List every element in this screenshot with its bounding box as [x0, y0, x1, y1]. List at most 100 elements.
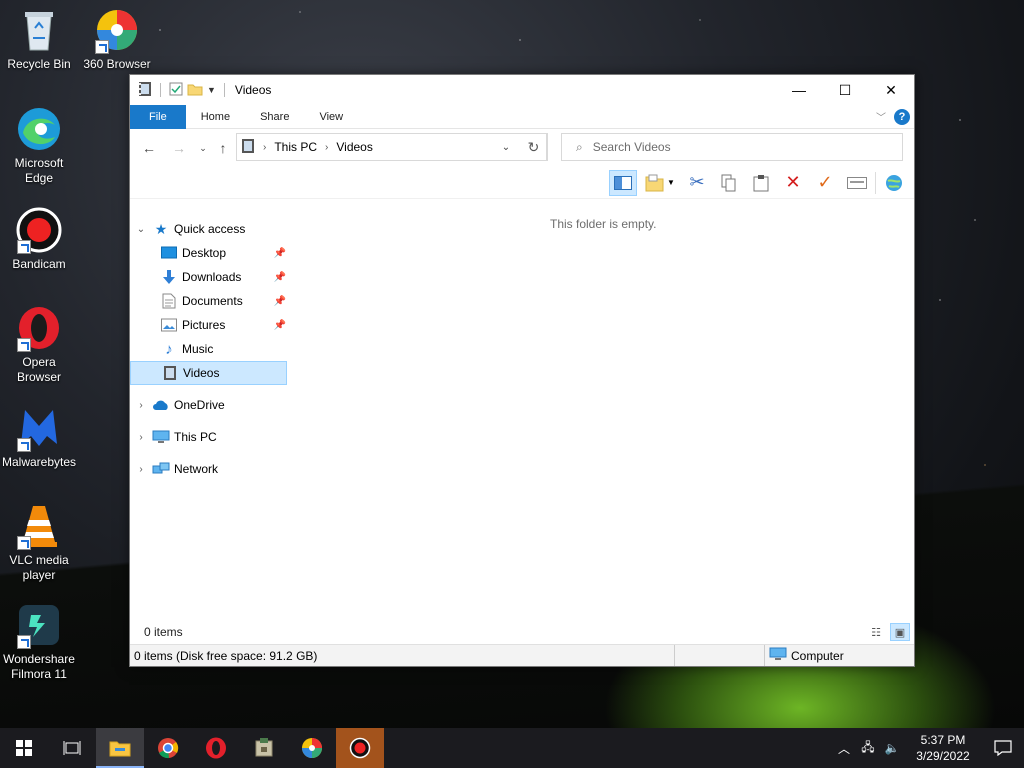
start-button[interactable] [0, 728, 48, 768]
taskbar-360-browser[interactable] [288, 728, 336, 768]
desktop-icon-label: Microsoft Edge [14, 156, 64, 185]
network-globe-icon[interactable] [880, 170, 908, 196]
customize-qa-dropdown-icon[interactable]: ▼ [207, 85, 216, 95]
nav-quick-access[interactable]: ⌄ ★ Quick access [130, 217, 290, 241]
expand-ribbon-icon[interactable]: ﹀ [876, 109, 886, 124]
pin-icon[interactable]: 📌 [274, 296, 286, 307]
status-zone: Computer [764, 645, 914, 666]
desktop-icon-label: Recycle Bin [7, 57, 71, 71]
chrome-icon [158, 738, 179, 759]
search-icon: ⌕ [576, 139, 583, 154]
address-dropdown-icon[interactable]: ⌄ [494, 142, 518, 153]
taskbar-opera[interactable] [192, 728, 240, 768]
file-explorer-window: ▼ Videos — ☐ ✕ File Home Share View ﹀ ? … [129, 74, 915, 667]
show-hidden-icons-icon[interactable]: ︿ [832, 740, 856, 757]
back-button[interactable]: ← [138, 137, 160, 159]
taskbar-archive[interactable] [240, 728, 288, 768]
rename-check-icon[interactable]: ✓ [811, 170, 839, 196]
bandicam-icon [349, 737, 371, 759]
desktop-icon-recycle-bin[interactable]: Recycle Bin [0, 6, 78, 72]
paste-icon[interactable] [747, 170, 775, 196]
search-input[interactable]: ⌕ Search Videos [561, 133, 903, 161]
chevron-right-icon[interactable]: › [130, 400, 152, 411]
desktop-icon-label: Wondershare Filmora 11 [3, 652, 75, 681]
navigation-bar: ← → ⌄ ↑ › This PC › Videos ⌄ ↻ ⌕ Search … [130, 129, 914, 167]
help-icon[interactable]: ? [894, 108, 910, 125]
taskbar-file-explorer[interactable] [96, 728, 144, 768]
new-item-button[interactable]: ▼ [641, 170, 679, 196]
nav-videos[interactable]: Videos [130, 361, 287, 385]
details-view-icon[interactable]: ☷ [866, 623, 886, 641]
command-toolbar: ▼ ✂ ✕ ✓ [130, 167, 914, 199]
breadcrumb-videos[interactable]: Videos [336, 140, 372, 154]
properties-icon[interactable] [169, 82, 183, 99]
computer-icon [152, 429, 170, 445]
downloads-folder-icon [160, 269, 178, 285]
address-bar[interactable]: › This PC › Videos ⌄ [236, 133, 547, 161]
copy-icon[interactable] [715, 170, 743, 196]
up-button[interactable]: ↑ [212, 137, 234, 159]
desktop-icon-filmora[interactable]: Wondershare Filmora 11 [0, 601, 78, 682]
delete-icon[interactable]: ✕ [779, 170, 807, 196]
minimize-button[interactable]: — [776, 75, 822, 105]
star-icon: ★ [154, 220, 168, 237]
tab-file[interactable]: File [130, 104, 186, 129]
task-view-button[interactable] [48, 728, 96, 768]
videos-app-icon [138, 81, 152, 100]
desktop-folder-icon [160, 245, 178, 261]
forward-button[interactable]: → [168, 137, 190, 159]
desktop-icon-vlc[interactable]: VLC media player [0, 502, 78, 583]
desktop-icon-edge[interactable]: Microsoft Edge [0, 105, 78, 186]
chevron-right-icon[interactable]: › [130, 432, 152, 443]
nav-network[interactable]: › Network [130, 457, 290, 481]
nav-pictures[interactable]: Pictures 📌 [130, 313, 290, 337]
videos-folder-icon [161, 365, 179, 381]
tab-home[interactable]: Home [186, 105, 245, 129]
status-zone-label: Computer [791, 648, 844, 663]
large-icons-view-icon[interactable]: ▣ [890, 623, 910, 641]
system-tray: ︿ 🖧 🔈 5:37 PM 3/29/2022 [832, 728, 1024, 768]
nav-label: Downloads [182, 270, 242, 284]
preview-pane-button[interactable] [609, 169, 637, 196]
file-explorer-icon [109, 741, 131, 757]
breadcrumb-this-pc[interactable]: This PC [274, 140, 317, 154]
pin-icon[interactable]: 📌 [274, 320, 286, 331]
nav-documents[interactable]: Documents 📌 [130, 289, 290, 313]
chevron-right-icon[interactable]: › [130, 464, 152, 475]
nav-onedrive[interactable]: › OneDrive [130, 393, 290, 417]
desktop-icon-360-browser[interactable]: 360 Browser [78, 6, 156, 72]
chevron-down-icon[interactable]: ⌄ [130, 224, 152, 235]
recent-locations-icon[interactable]: ⌄ [192, 137, 214, 159]
notifications-button[interactable] [982, 740, 1024, 756]
nav-downloads[interactable]: Downloads 📌 [130, 265, 290, 289]
tab-view[interactable]: View [304, 105, 358, 129]
refresh-button[interactable]: ↻ [520, 133, 548, 161]
taskbar: ︿ 🖧 🔈 5:37 PM 3/29/2022 [0, 728, 1024, 768]
pin-icon[interactable]: 📌 [274, 248, 286, 259]
network-status-icon[interactable]: 🖧 [856, 738, 880, 759]
desktop-icon-opera[interactable]: Opera Browser [0, 304, 78, 385]
clock[interactable]: 5:37 PM 3/29/2022 [904, 732, 982, 764]
chevron-right-icon: › [325, 141, 329, 153]
navigation-pane: ⌄ ★ Quick access Desktop 📌 Downloads 📌 D… [130, 201, 290, 620]
title-bar[interactable]: ▼ Videos — ☐ ✕ [130, 75, 914, 105]
desktop-icon-malwarebytes[interactable]: Malwarebytes [0, 404, 78, 470]
desktop-icon-bandicam[interactable]: Bandicam [0, 206, 78, 272]
file-list-area[interactable]: This folder is empty. [290, 201, 914, 620]
filmora-icon [15, 601, 63, 649]
maximize-button[interactable]: ☐ [822, 75, 868, 105]
new-folder-icon[interactable] [187, 82, 203, 99]
close-button[interactable]: ✕ [868, 75, 914, 105]
taskbar-bandicam[interactable] [336, 728, 384, 768]
nav-this-pc[interactable]: › This PC [130, 425, 290, 449]
computer-icon [769, 647, 787, 664]
taskbar-chrome[interactable] [144, 728, 192, 768]
tab-share[interactable]: Share [245, 105, 304, 129]
cut-icon[interactable]: ✂ [683, 170, 711, 196]
pin-icon[interactable]: 📌 [274, 272, 286, 283]
volume-icon[interactable]: 🔈 [880, 741, 904, 755]
properties-button[interactable] [843, 170, 871, 196]
vlc-icon [15, 502, 63, 550]
nav-desktop[interactable]: Desktop 📌 [130, 241, 290, 265]
nav-music[interactable]: ♪ Music [130, 337, 290, 361]
